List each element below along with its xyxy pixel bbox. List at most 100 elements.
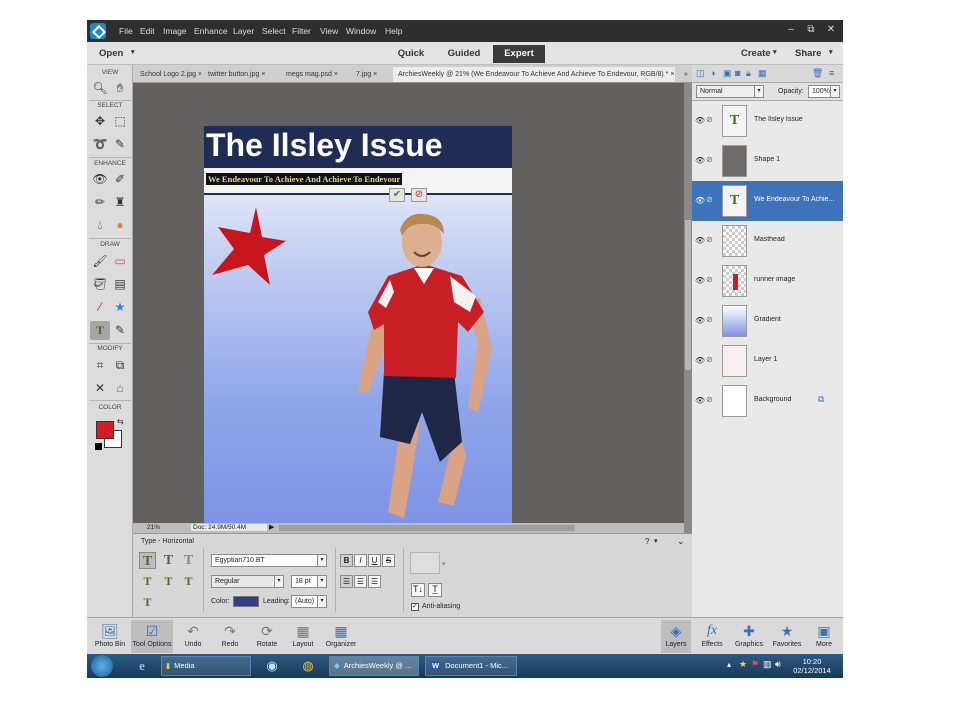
layer-row[interactable]: 👁︎ ⊘ T The Ilsley Issue	[692, 101, 843, 141]
visibility-eye-icon[interactable]: 👁︎	[695, 396, 705, 405]
default-colors-icon[interactable]	[95, 443, 102, 450]
menu-edit[interactable]: Edit	[140, 26, 155, 36]
more-button[interactable]: ▣ More	[809, 620, 839, 653]
spot-healing-tool-icon[interactable]: ✐	[110, 170, 130, 189]
crop-tool-icon[interactable]: ⌗	[90, 356, 110, 375]
help-icon[interactable]: ?	[645, 537, 649, 546]
text-color-swatch[interactable]	[233, 596, 259, 607]
vertical-type-tool-icon[interactable]: T	[160, 552, 177, 569]
font-style-select[interactable]: Regular ▾	[211, 575, 284, 588]
red-eye-tool-icon[interactable]: 👁︎	[90, 170, 110, 189]
eyedropper-tool-icon[interactable]: ⁄	[90, 298, 110, 317]
close-tab-icon[interactable]: ×	[261, 71, 265, 78]
opacity-field[interactable]: 100% ▾	[808, 85, 840, 98]
text-style-preview[interactable]	[410, 552, 440, 574]
visibility-eye-icon[interactable]: 👁︎	[695, 196, 705, 205]
italic-button[interactable]: I	[354, 554, 367, 567]
warp-text-icon[interactable]: T̲	[428, 583, 442, 597]
lasso-tool-icon[interactable]: ➰	[90, 135, 110, 154]
align-left-button[interactable]: ☰	[340, 575, 353, 588]
tray-network-icon[interactable]: ▥	[763, 659, 772, 670]
layers-menu-icon[interactable]: ≡	[829, 68, 834, 78]
change-text-orientation-icon[interactable]: T↓	[411, 583, 425, 597]
link-icon[interactable]: ⊘	[706, 235, 713, 244]
commit-text-button[interactable]: ✔	[389, 188, 405, 202]
tray-volume-icon[interactable]: 🔊︎	[775, 659, 781, 670]
tray-star-icon[interactable]: ★	[739, 659, 747, 670]
paint-bucket-tool-icon[interactable]: 🪣︎	[90, 275, 110, 294]
menu-file[interactable]: File	[119, 26, 133, 36]
adjustment-layer-icon[interactable]: ◑	[710, 68, 715, 78]
open-dropdown-icon[interactable]: ▾	[131, 48, 135, 56]
pencil-tool-icon[interactable]: ✎	[110, 321, 130, 340]
open-button[interactable]: Open	[99, 48, 123, 59]
gradient-tool-icon[interactable]: ▤	[110, 275, 130, 294]
swap-colors-icon[interactable]: ⇆	[117, 417, 124, 426]
layer-row[interactable]: 👁︎ ⊘ Shape 1	[692, 141, 843, 181]
visibility-eye-icon[interactable]: 👁︎	[695, 316, 705, 325]
clone-stamp-tool-icon[interactable]: ♜	[110, 193, 130, 212]
layer-mask-icon[interactable]: ◙	[735, 68, 740, 78]
visibility-eye-icon[interactable]: 👁︎	[695, 156, 705, 165]
organizer-button[interactable]: ▦ Organizer	[321, 620, 361, 653]
close-tab-icon[interactable]: ×	[670, 71, 674, 78]
rotate-button[interactable]: ⟳ Rotate	[250, 620, 284, 653]
canvas-area[interactable]: The Ilsley Issue We Endeavour To Achieve…	[133, 83, 684, 523]
layout-button[interactable]: ▦ Layout	[287, 620, 319, 653]
close-button[interactable]: ✕	[821, 23, 841, 37]
start-button[interactable]	[91, 655, 113, 677]
tool-options-button[interactable]: ☑ Tool Options	[131, 620, 173, 653]
create-dropdown-icon[interactable]: ▾	[773, 48, 777, 56]
tab-twitter-button[interactable]: twitter button.jpg ×	[203, 67, 279, 82]
chevron-down-icon[interactable]: ▾	[830, 86, 839, 97]
cancel-text-button[interactable]: ⊘	[411, 188, 427, 202]
sponge-tool-icon[interactable]: ●	[110, 216, 130, 235]
vertical-type-mask-tool-icon[interactable]: T	[139, 573, 156, 590]
layer-row[interactable]: 👁︎ ⊘ Gradient	[692, 301, 843, 341]
star-shape[interactable]	[204, 203, 294, 293]
close-tab-icon[interactable]: ×	[373, 71, 377, 78]
effects-button[interactable]: fx Effects	[697, 620, 727, 653]
taskbar-app-elements[interactable]: ◆ ArchiesWeekly @ ...	[329, 656, 419, 676]
align-right-button[interactable]: ☰	[368, 575, 381, 588]
runner-image[interactable]	[354, 212, 494, 523]
quick-select-tool-icon[interactable]: ✎	[110, 135, 130, 154]
collapse-panel-icon[interactable]: ⌄	[677, 536, 685, 547]
close-tab-icon[interactable]: ×	[334, 71, 338, 78]
tab-school-logo[interactable]: School Logo 2.jpg ×	[135, 67, 201, 82]
layer-row[interactable]: 👁︎ ⊘ Layer 1	[692, 341, 843, 381]
mode-guided[interactable]: Guided	[443, 45, 485, 63]
redo-button[interactable]: ↷ Redo	[214, 620, 246, 653]
layer-row[interactable]: 👁︎ ⊘ Masthead	[692, 221, 843, 261]
status-menu-arrow-icon[interactable]: ▶	[269, 523, 274, 531]
link-icon[interactable]: ⊘	[706, 355, 713, 364]
close-tab-icon[interactable]: ×	[198, 71, 201, 78]
tabs-overflow-icon[interactable]: »	[679, 67, 693, 82]
new-group-icon[interactable]: ▣	[723, 68, 732, 79]
mode-quick[interactable]: Quick	[392, 45, 430, 63]
create-button[interactable]: Create	[741, 48, 771, 59]
masthead-title[interactable]: The Ilsley Issue	[206, 127, 443, 164]
restore-button[interactable]: ⧉	[801, 23, 821, 37]
menu-layer[interactable]: Layer	[233, 26, 254, 36]
share-dropdown-icon[interactable]: ▾	[829, 48, 833, 56]
visibility-eye-icon[interactable]: 👁︎	[695, 116, 705, 125]
link-icon[interactable]: ⊘	[706, 195, 713, 204]
link-icon[interactable]: ⊘	[706, 315, 713, 324]
tab-archies-weekly[interactable]: ArchiesWeekly @ 21% (We Endeavour To Ach…	[393, 67, 675, 82]
minimize-button[interactable]: –	[781, 23, 801, 37]
horizontal-type-mask-tool-icon[interactable]: T	[180, 552, 197, 569]
chevron-down-icon[interactable]: ▾	[317, 555, 326, 566]
undo-button[interactable]: ↶ Undo	[177, 620, 209, 653]
type-tool-icon[interactable]: T	[90, 321, 110, 340]
type-on-shape-tool-icon[interactable]: T	[180, 573, 197, 590]
link-icon[interactable]: ⊘	[706, 115, 713, 124]
subtitle-text[interactable]: We Endeavour To Achieve And Achieve To E…	[206, 173, 403, 185]
menu-image[interactable]: Image	[163, 26, 187, 36]
tray-flag-icon[interactable]: ⚑	[751, 659, 759, 670]
brush-tool-icon[interactable]: 🖌︎	[90, 252, 110, 271]
taskbar-app-word[interactable]: W Document1 - Mic...	[425, 656, 517, 676]
vertical-scroll-thumb[interactable]	[685, 220, 691, 370]
background-lock-icon[interactable]: ⧉	[818, 394, 824, 405]
chevron-down-icon[interactable]: ▾	[317, 576, 326, 587]
